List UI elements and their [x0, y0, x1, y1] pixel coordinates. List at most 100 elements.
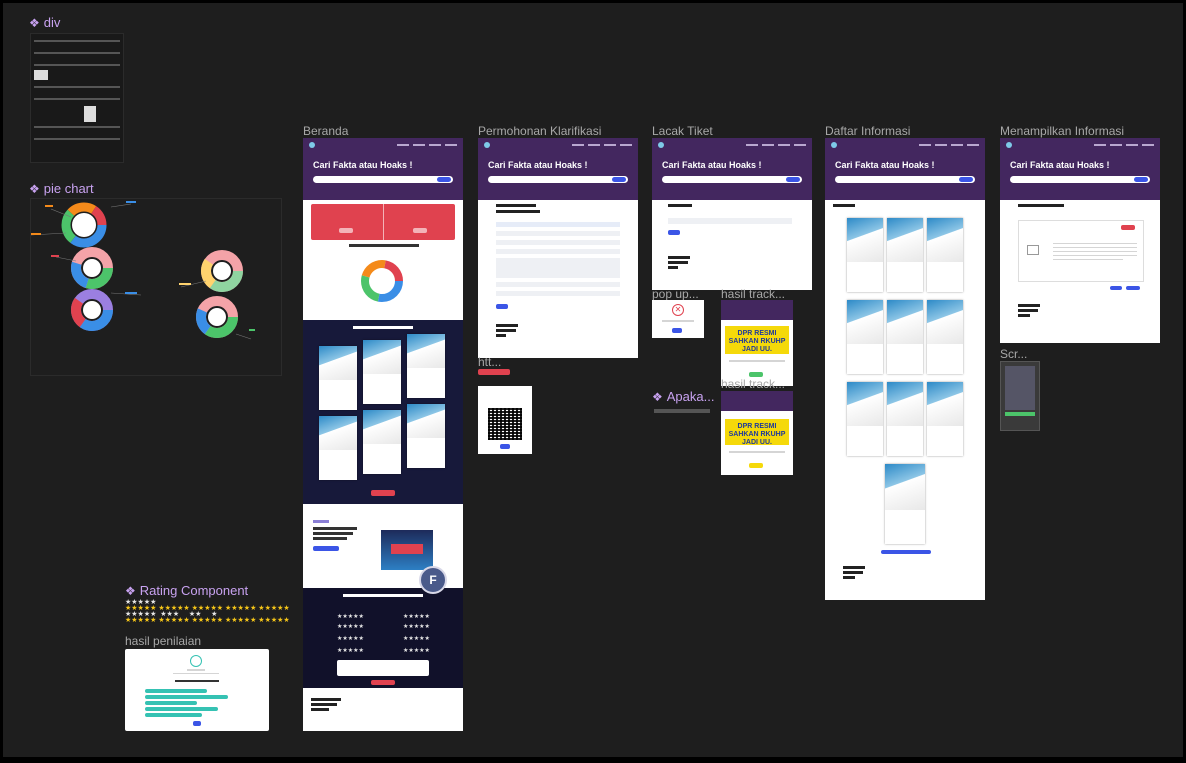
site-header: Cari Fakta atau Hoaks !: [1000, 138, 1160, 200]
hasil-tracking-badge[interactable]: [478, 369, 510, 375]
frame-screenshot[interactable]: [1000, 361, 1040, 431]
clarification-form[interactable]: [496, 222, 620, 309]
info-card[interactable]: [407, 404, 445, 468]
hero-title: Cari Fakta atau Hoaks !: [835, 160, 935, 170]
info-card[interactable]: [319, 346, 357, 410]
frame-label-menampilkan[interactable]: Menampilkan Informasi: [1000, 124, 1124, 138]
pie-chart-variants: [30, 201, 255, 340]
component-icon: ❖: [652, 390, 663, 404]
info-card[interactable]: [847, 300, 883, 374]
component-icon: ❖: [125, 584, 136, 598]
frame-label-permohonan[interactable]: Permohonan Klarifikasi: [478, 124, 601, 138]
frame-beranda[interactable]: Cari Fakta atau Hoaks ! ★★★★★ ★★★★★ ★★★★…: [303, 138, 463, 731]
ticket-number-input[interactable]: [668, 218, 792, 224]
rating-stars-row[interactable]: ★★★★★ ★★★★★ ★★★★★ ★★★★★ ★★★★★: [125, 617, 290, 624]
track-button[interactable]: [668, 230, 680, 235]
frame-label-hasil-track-1[interactable]: hasil track...: [721, 287, 785, 301]
hero-title: Cari Fakta atau Hoaks !: [1010, 160, 1110, 170]
info-card[interactable]: [847, 382, 883, 456]
frame-hasil-track-1[interactable]: DPR RESMI SAHKAN RKUHP JADI UU.: [721, 300, 793, 386]
hoax-headline: DPR RESMI SAHKAN RKUHP JADI UU.: [725, 419, 789, 446]
feedback-textarea[interactable]: [337, 660, 429, 676]
image-placeholder-icon: [1027, 245, 1039, 255]
frame-label-scr[interactable]: Scr...: [1000, 347, 1027, 361]
apaka-preview: [654, 409, 710, 413]
search-button[interactable]: [612, 177, 626, 182]
component-title-rating[interactable]: ❖ Rating Component: [125, 583, 248, 598]
logo-icon: [1006, 142, 1012, 148]
donut-chart: [201, 250, 243, 292]
back-button[interactable]: [1110, 286, 1122, 290]
component-title-div[interactable]: ❖ div: [29, 15, 60, 30]
info-card[interactable]: [927, 300, 963, 374]
hoax-headline: DPR RESMI SAHKAN RKUHP JADI UU.: [725, 326, 789, 354]
site-header: Cari Fakta atau Hoaks !: [478, 138, 638, 200]
site-footer: [1018, 304, 1148, 330]
user-avatar[interactable]: F: [419, 566, 447, 594]
info-card[interactable]: [407, 334, 445, 398]
search-input[interactable]: [835, 176, 975, 183]
info-card[interactable]: [927, 218, 963, 292]
search-input[interactable]: [662, 176, 802, 183]
div-component-preview[interactable]: [30, 33, 124, 163]
site-header: Cari Fakta atau Hoaks !: [652, 138, 812, 200]
info-card[interactable]: [885, 464, 925, 544]
frame-hasil-penilaian[interactable]: [125, 649, 269, 731]
frame-menampilkan-informasi[interactable]: Cari Fakta atau Hoaks !: [1000, 138, 1160, 343]
online-report-promo: [313, 520, 367, 560]
info-card[interactable]: [363, 410, 401, 474]
frame-label-hasil-track-2[interactable]: hasil track...: [721, 377, 785, 391]
frame-permohonan-klarifikasi[interactable]: Cari Fakta atau Hoaks !: [478, 138, 638, 358]
pie-chart-component-preview[interactable]: [30, 198, 282, 376]
info-card[interactable]: [887, 218, 923, 292]
component-icon: ❖: [29, 182, 40, 196]
search-button[interactable]: [1134, 177, 1148, 182]
frame-label-hasil-penilaian[interactable]: hasil penilaian: [125, 634, 201, 648]
action-cards[interactable]: [311, 204, 455, 240]
hero-title: Cari Fakta atau Hoaks !: [488, 160, 588, 170]
see-more-button[interactable]: [371, 490, 395, 496]
rating-component-preview[interactable]: ★★★★★ ★★★★★ ★★★★★ ★★★★★ ★★★★★ ★★★★★ ★★★★…: [125, 599, 290, 630]
share-button[interactable]: [1126, 286, 1140, 290]
site-header: Cari Fakta atau Hoaks !: [825, 138, 985, 200]
download-button[interactable]: [500, 444, 510, 449]
donut-chart: [196, 296, 238, 338]
info-card[interactable]: [847, 218, 883, 292]
donut-chart: [71, 247, 113, 289]
frame-label-htt[interactable]: htt...: [478, 355, 501, 369]
component-icon: ❖: [29, 16, 40, 30]
design-canvas[interactable]: ❖ div ❖ pie chart ❖ Rating Component ★★★…: [3, 3, 1183, 757]
search-button[interactable]: [786, 177, 800, 182]
frame-qr-code[interactable]: [478, 386, 532, 454]
logo-icon: [831, 142, 837, 148]
search-input[interactable]: [488, 176, 628, 183]
frame-label-beranda[interactable]: Beranda: [303, 124, 348, 138]
search-input[interactable]: [313, 176, 453, 183]
frame-daftar-informasi[interactable]: Cari Fakta atau Hoaks !: [825, 138, 985, 600]
frame-popup[interactable]: ✕: [652, 300, 704, 338]
info-card[interactable]: [927, 382, 963, 456]
logo-icon: [484, 142, 490, 148]
search-input[interactable]: [1010, 176, 1150, 183]
component-title-apaka[interactable]: ❖ Apaka...: [652, 389, 714, 404]
qr-code-image: [488, 408, 522, 440]
info-card[interactable]: [363, 340, 401, 404]
verification-report-card: [1018, 220, 1144, 282]
search-button[interactable]: [959, 177, 973, 182]
frame-hasil-track-2[interactable]: DPR RESMI SAHKAN RKUHP JADI UU.: [721, 391, 793, 475]
submit-button[interactable]: [193, 721, 201, 726]
info-card[interactable]: [887, 382, 923, 456]
site-footer: [668, 256, 798, 280]
frame-label-lacak[interactable]: Lacak Tiket: [652, 124, 713, 138]
component-title-pie-chart[interactable]: ❖ pie chart: [29, 181, 94, 196]
search-button[interactable]: [437, 177, 451, 182]
ok-button[interactable]: [672, 328, 682, 333]
load-more-button[interactable]: [881, 550, 931, 554]
frame-lacak-tiket[interactable]: Cari Fakta atau Hoaks !: [652, 138, 812, 290]
submit-rating-button[interactable]: [371, 680, 395, 685]
info-card[interactable]: [319, 416, 357, 480]
info-card[interactable]: [887, 300, 923, 374]
promo-video[interactable]: [381, 530, 433, 570]
frame-label-daftar[interactable]: Daftar Informasi: [825, 124, 910, 138]
frame-label-popup[interactable]: pop up...: [652, 287, 699, 301]
